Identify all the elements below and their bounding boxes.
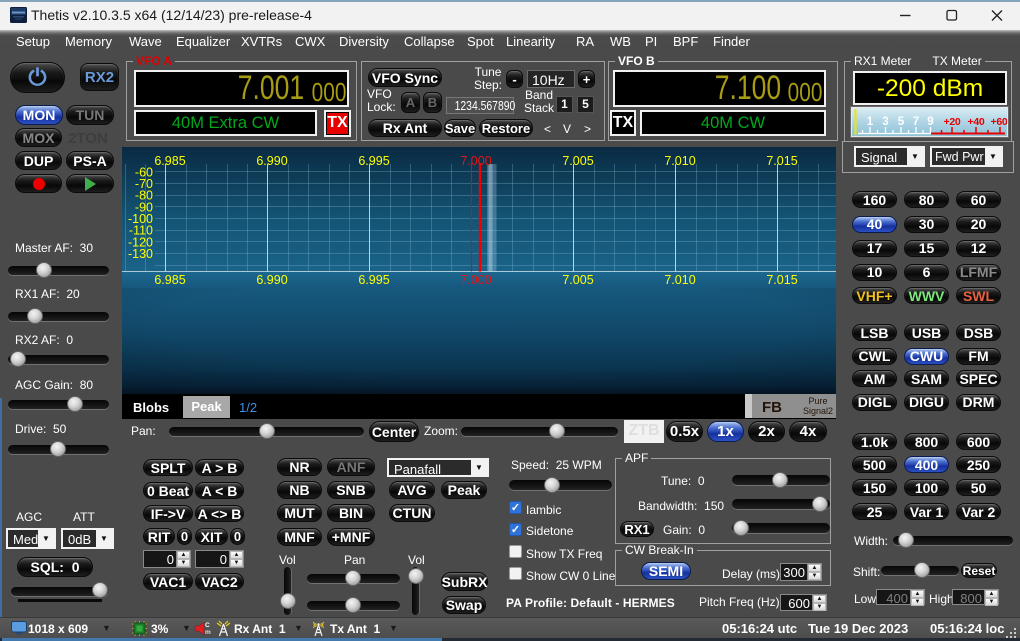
svg-text:7.015: 7.015 [766,154,797,168]
svg-text:6.995: 6.995 [358,154,389,168]
svg-text:6.990: 6.990 [256,273,287,287]
svg-text:6.985: 6.985 [154,273,185,287]
svg-text:9: 9 [927,116,933,128]
svg-text:7.010: 7.010 [664,154,695,168]
svg-text:7.010: 7.010 [664,273,695,287]
svg-text:7.000: 7.000 [460,154,491,168]
svg-text:+40: +40 [968,116,985,128]
svg-text:6.995: 6.995 [358,273,389,287]
svg-text:7.005: 7.005 [562,154,593,168]
svg-text:+20: +20 [944,116,961,128]
svg-text:-130: -130 [128,247,153,261]
svg-text:5: 5 [898,116,905,128]
svg-text:1: 1 [867,116,874,128]
svg-text:6.985: 6.985 [154,154,185,168]
svg-text:6.990: 6.990 [256,154,287,168]
svg-text:C: C [205,622,210,629]
svg-text:7: 7 [913,116,919,128]
svg-text:+60: +60 [991,116,1007,128]
svg-text:7.015: 7.015 [766,273,797,287]
svg-text:3: 3 [882,116,888,128]
svg-text:7.000: 7.000 [460,273,491,287]
svg-text:m: m [205,629,211,636]
svg-text:7.005: 7.005 [562,273,593,287]
